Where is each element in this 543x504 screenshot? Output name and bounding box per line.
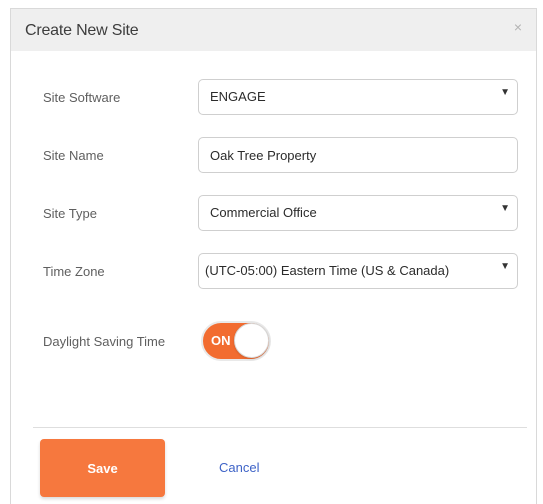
toggle-knob — [234, 323, 269, 358]
footer-divider — [33, 427, 527, 428]
site-type-select[interactable]: Commercial Office ▼ — [198, 195, 518, 231]
site-software-label: Site Software — [43, 90, 121, 105]
daylight-saving-toggle[interactable]: ON — [201, 321, 271, 361]
site-name-label: Site Name — [43, 148, 104, 163]
site-name-input[interactable] — [198, 137, 518, 173]
time-zone-label: Time Zone — [43, 264, 105, 279]
caret-down-icon: ▼ — [500, 87, 510, 98]
caret-down-icon: ▼ — [500, 203, 510, 214]
site-software-select[interactable]: ENGAGE ▼ — [198, 79, 518, 115]
save-button[interactable]: Save — [40, 439, 165, 497]
cancel-button[interactable]: Cancel — [219, 460, 259, 475]
close-icon[interactable]: × — [514, 19, 522, 35]
create-site-dialog: Create New Site × Site Software ENGAGE ▼… — [10, 8, 537, 504]
site-type-label: Site Type — [43, 206, 97, 221]
time-zone-select[interactable]: (UTC-05:00) Eastern Time (US & Canada) ▼ — [198, 253, 518, 289]
caret-down-icon: ▼ — [500, 261, 510, 272]
time-zone-value: (UTC-05:00) Eastern Time (US & Canada) — [205, 263, 450, 278]
dialog-header: Create New Site × — [11, 9, 536, 51]
site-software-value: ENGAGE — [210, 89, 266, 104]
daylight-saving-label: Daylight Saving Time — [43, 334, 166, 349]
site-type-value: Commercial Office — [210, 205, 317, 220]
toggle-state-label: ON — [211, 333, 231, 348]
dialog-title: Create New Site — [25, 22, 139, 39]
